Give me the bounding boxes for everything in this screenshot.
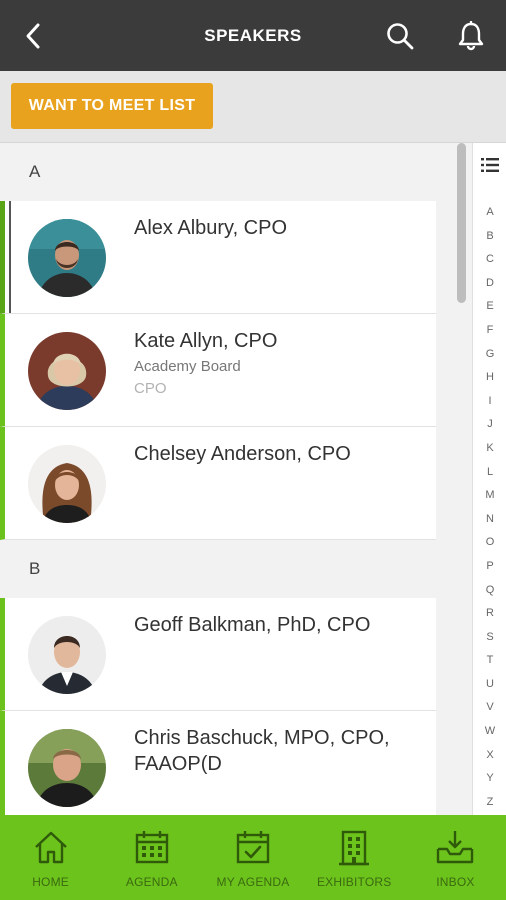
index-letter-m[interactable]: M	[473, 484, 506, 508]
app-header: SPEAKERS	[0, 0, 506, 71]
speaker-card[interactable]: Chelsey Anderson, CPO	[0, 427, 436, 540]
index-letter-w[interactable]: W	[473, 720, 506, 744]
tab-label: MY AGENDA	[216, 875, 290, 889]
index-letter-q[interactable]: Q	[473, 579, 506, 603]
scrollbar-thumb[interactable]	[457, 143, 466, 303]
search-button[interactable]	[380, 16, 420, 56]
index-letter-a[interactable]: A	[473, 201, 506, 225]
index-letter-e[interactable]: E	[473, 295, 506, 319]
alphabet-index: ABCDEFGHIJKLMNOPQRSTUVWXYZ	[472, 143, 506, 815]
list-view-icon[interactable]	[481, 157, 499, 178]
speaker-name: Alex Albury, CPO	[134, 217, 288, 239]
list-toolbar: WANT TO MEET LIST	[0, 71, 506, 143]
tab-label: INBOX	[436, 875, 475, 889]
speaker-card[interactable]: Chris Baschuck, MPO, CPO, FAAOP(D	[0, 711, 436, 815]
index-letter-d[interactable]: D	[473, 272, 506, 296]
index-letter-k[interactable]: K	[473, 437, 506, 461]
index-letter-t[interactable]: T	[473, 649, 506, 673]
index-letter-x[interactable]: X	[473, 744, 506, 768]
index-letter-b[interactable]: B	[473, 225, 506, 249]
index-letter-g[interactable]: G	[473, 343, 506, 367]
index-letters: ABCDEFGHIJKLMNOPQRSTUVWXYZ	[473, 201, 506, 814]
calendar-icon	[135, 831, 168, 864]
speaker-name: Geoff Balkman, PhD, CPO	[134, 614, 371, 636]
page-title: SPEAKERS	[204, 26, 302, 45]
index-letter-i[interactable]: I	[473, 390, 506, 414]
index-letter-o[interactable]: O	[473, 531, 506, 555]
tab-label: AGENDA	[125, 875, 178, 889]
speaker-avatar	[28, 332, 106, 410]
tab-inbox[interactable]: INBOX	[405, 815, 506, 900]
index-letter-v[interactable]: V	[473, 696, 506, 720]
index-letter-n[interactable]: N	[473, 508, 506, 532]
speaker-card[interactable]: Geoff Balkman, PhD, CPO	[0, 598, 436, 711]
section-header-b: B	[29, 559, 41, 578]
search-icon	[387, 23, 414, 50]
speaker-name: Chelsey Anderson, CPO	[134, 443, 351, 465]
index-letter-j[interactable]: J	[473, 413, 506, 437]
bottom-tab-bar: HOME AGENDA MY AGENDA EXHIBITORS INBOX	[0, 815, 506, 900]
speaker-card[interactable]: Alex Albury, CPO	[0, 201, 436, 314]
calendar-check-icon	[236, 831, 270, 864]
speaker-avatar	[28, 729, 106, 807]
index-letter-s[interactable]: S	[473, 626, 506, 650]
speaker-avatar	[28, 616, 106, 694]
index-letter-z[interactable]: Z	[473, 791, 506, 815]
index-letter-h[interactable]: H	[473, 366, 506, 390]
building-icon	[339, 830, 370, 866]
home-icon	[34, 831, 67, 864]
speaker-avatar	[28, 445, 106, 523]
bell-icon	[458, 21, 484, 51]
tab-exhibitors[interactable]: EXHIBITORS	[304, 815, 405, 900]
speaker-title: CPO	[134, 380, 167, 397]
speaker-card[interactable]: Kate Allyn, CPO Academy Board CPO	[0, 314, 436, 427]
index-letter-r[interactable]: R	[473, 602, 506, 626]
tab-home[interactable]: HOME	[0, 815, 101, 900]
notifications-button[interactable]	[451, 16, 491, 56]
want-to-meet-list-button[interactable]: WANT TO MEET LIST	[11, 83, 213, 129]
tab-agenda[interactable]: AGENDA	[101, 815, 202, 900]
speaker-organization: Academy Board	[134, 358, 241, 375]
tab-label: EXHIBITORS	[316, 875, 392, 889]
speaker-list[interactable]: A Alex Albury, CPO Kate Allyn, CPO Acade…	[0, 143, 456, 815]
tab-my-agenda[interactable]: MY AGENDA	[202, 815, 303, 900]
speaker-name: Kate Allyn, CPO	[134, 330, 278, 352]
speaker-avatar	[28, 219, 106, 297]
tab-label: HOME	[32, 875, 69, 889]
section-header-a: A	[29, 162, 41, 181]
index-letter-p[interactable]: P	[473, 555, 506, 579]
index-letter-y[interactable]: Y	[473, 767, 506, 791]
speaker-name: Chris Baschuck, MPO, CPO, FAAOP(D	[134, 727, 390, 775]
inbox-download-icon	[437, 831, 474, 864]
speakers-screen: SPEAKERS WANT TO MEET LIST A Alex Albury…	[0, 0, 506, 900]
index-letter-l[interactable]: L	[473, 461, 506, 485]
index-letter-u[interactable]: U	[473, 673, 506, 697]
index-letter-f[interactable]: F	[473, 319, 506, 343]
list-scrollbar[interactable]	[456, 143, 468, 303]
index-letter-c[interactable]: C	[473, 248, 506, 272]
